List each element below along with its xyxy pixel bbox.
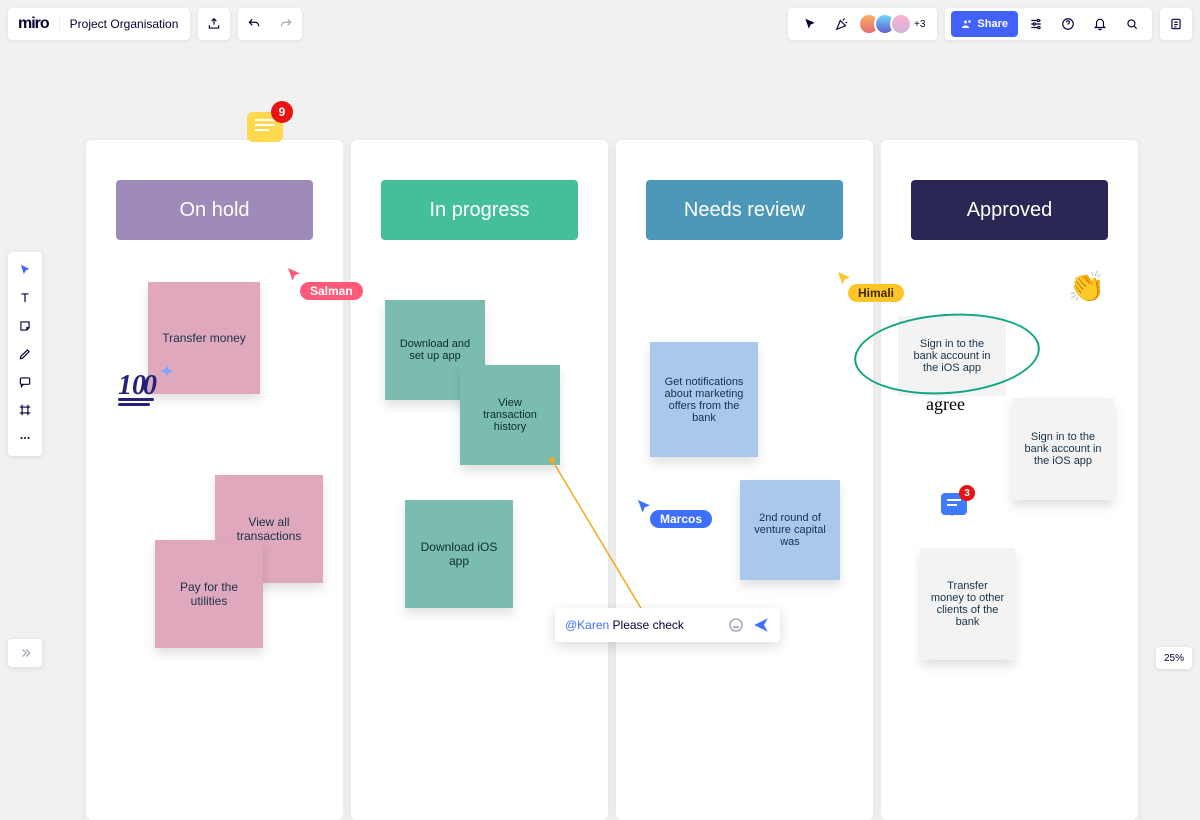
chevrons-right-icon [18, 646, 32, 660]
present-group: +3 [788, 8, 937, 40]
frame-icon [18, 403, 32, 417]
cursor-icon [286, 266, 302, 282]
tool-pen[interactable] [8, 340, 42, 368]
mention: @Karen [565, 618, 609, 632]
reactions-button[interactable] [826, 17, 858, 31]
avatar [890, 13, 912, 35]
column-header[interactable]: Approved [911, 180, 1108, 240]
text-icon [18, 291, 32, 305]
collaborator-cursor-label: Salman [300, 282, 363, 300]
help-button[interactable] [1052, 17, 1084, 31]
avatar-overflow: +3 [914, 19, 925, 30]
comment-count: 9 [271, 101, 293, 123]
sticker-100[interactable]: ✦ 100 [118, 370, 154, 406]
tool-sticky[interactable] [8, 312, 42, 340]
settings-button[interactable] [1020, 17, 1052, 31]
emoji-icon[interactable] [728, 617, 744, 633]
export-button[interactable] [198, 8, 230, 40]
cursor-icon [636, 498, 652, 514]
cursor-mode-button[interactable] [794, 17, 826, 31]
top-bar: miro Project Organisation [8, 8, 1192, 40]
tool-select[interactable] [8, 256, 42, 284]
sticky-note[interactable]: Download iOS app [405, 500, 513, 608]
sticky-note[interactable]: Get notifications about marketing offers… [650, 342, 758, 457]
expand-toolbar-button[interactable] [8, 639, 42, 667]
redo-icon [279, 17, 293, 31]
tool-frame[interactable] [8, 396, 42, 424]
help-icon [1061, 17, 1075, 31]
tool-comment[interactable] [8, 368, 42, 396]
cursor-arrow-icon [803, 17, 817, 31]
sticky-note[interactable]: Sign in to the bank account in the iOS a… [1012, 398, 1114, 500]
pen-icon [18, 347, 32, 361]
tool-more[interactable] [8, 424, 42, 452]
sticky-icon [18, 319, 32, 333]
sticky-note[interactable]: View transaction history [460, 365, 560, 465]
sliders-icon [1029, 17, 1043, 31]
freehand-text[interactable]: agree [926, 394, 965, 415]
sticker-clap[interactable]: 👏 [1068, 270, 1105, 305]
comment-thread-badge[interactable]: 3 [941, 493, 967, 515]
people-icon [961, 18, 973, 30]
sticky-note[interactable]: 2nd round of venture capital was [740, 480, 840, 580]
sticky-note[interactable]: Transfer money to other clients of the b… [920, 548, 1015, 660]
collaborator-cursor-label: Himali [848, 284, 904, 302]
board-title-pill[interactable]: miro Project Organisation [8, 8, 190, 40]
left-toolbar [8, 252, 42, 456]
tool-text[interactable] [8, 284, 42, 312]
miro-logo: miro [8, 15, 59, 33]
notifications-button[interactable] [1084, 17, 1116, 31]
column-header[interactable]: On hold [116, 180, 313, 240]
undo-icon [247, 17, 261, 31]
cursor-icon [836, 270, 852, 286]
celebrate-icon [835, 17, 849, 31]
column-in-progress[interactable]: In progress [351, 140, 608, 820]
export-icon [207, 17, 221, 31]
notes-icon [1169, 17, 1183, 31]
search-button[interactable] [1116, 17, 1148, 31]
search-icon [1125, 17, 1139, 31]
connector-line [552, 460, 553, 461]
board-name[interactable]: Project Organisation [70, 17, 191, 31]
zoom-level[interactable]: 25% [1156, 647, 1192, 669]
comment-thread-badge[interactable]: 9 [247, 112, 283, 142]
undo-button[interactable] [238, 17, 270, 31]
redo-button[interactable] [270, 17, 302, 31]
collaborator-cursor-label: Marcos [650, 510, 712, 528]
comment-composer[interactable]: @Karen Please check [555, 608, 780, 642]
comment-count: 3 [959, 485, 975, 501]
share-button[interactable]: Share [951, 11, 1018, 37]
undo-redo-group [238, 8, 302, 40]
toolbar-right: Share [945, 8, 1152, 40]
comment-icon [18, 375, 32, 389]
sticky-note[interactable]: Pay for the utilities [155, 540, 263, 648]
notes-panel-button[interactable] [1160, 8, 1192, 40]
pointer-icon [18, 263, 32, 277]
collaborator-avatars[interactable]: +3 [858, 13, 931, 35]
more-icon [18, 431, 32, 445]
send-icon[interactable] [752, 616, 770, 634]
column-header[interactable]: Needs review [646, 180, 843, 240]
bell-icon [1093, 17, 1107, 31]
column-header[interactable]: In progress [381, 180, 578, 240]
